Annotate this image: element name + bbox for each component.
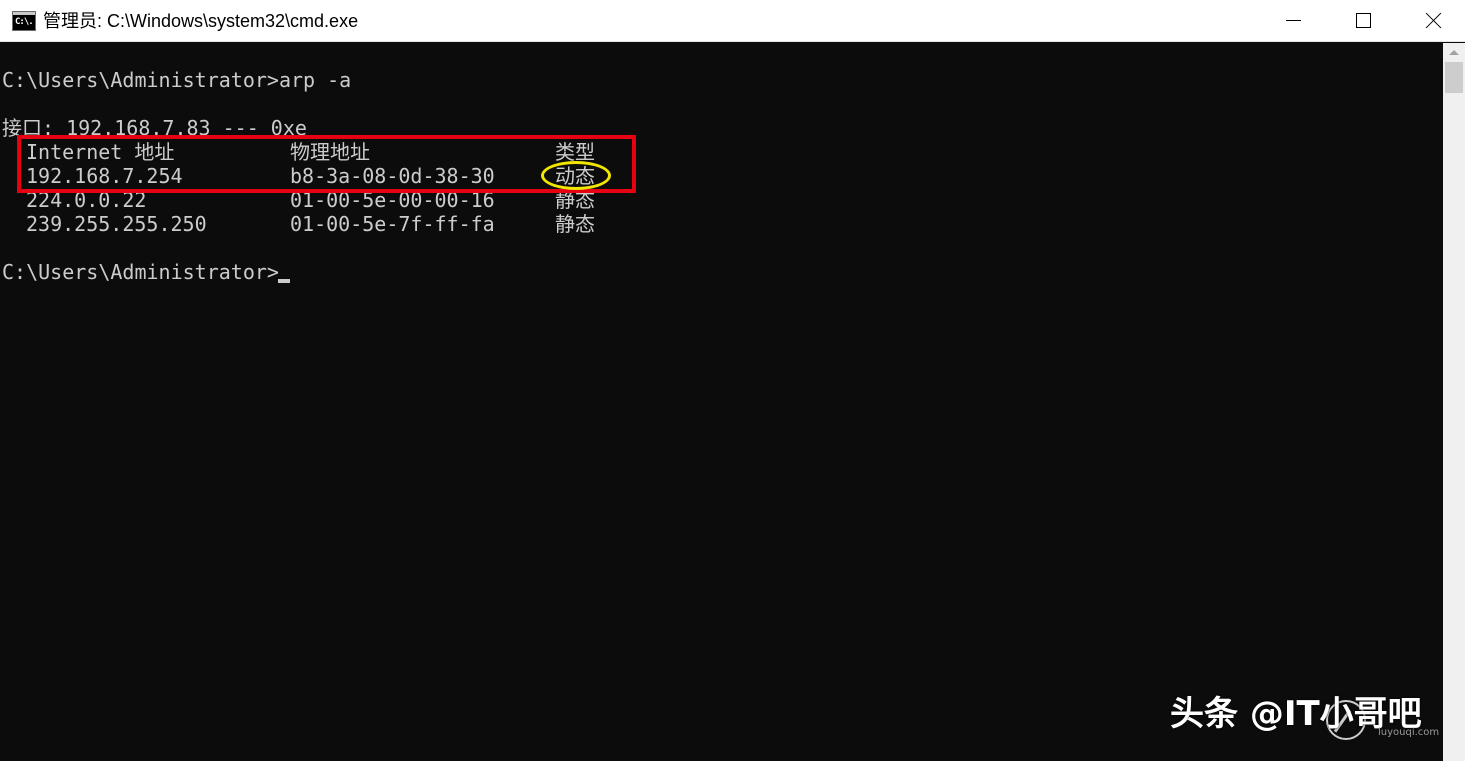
minimize-icon: [1286, 20, 1301, 21]
table-row-mac: 01-00-5e-7f-ff-fa: [290, 212, 495, 236]
window-title: 管理员: C:\Windows\system32\cmd.exe: [43, 11, 359, 31]
highlight-ring: [541, 161, 611, 190]
cmd-icon[interactable]: C:\.: [12, 11, 36, 31]
minimize-button[interactable]: [1258, 0, 1328, 42]
title-bar[interactable]: C:\. 管理员: C:\Windows\system32\cmd.exe: [0, 0, 1465, 42]
cmd-window: C:\. 管理员: C:\Windows\system32\cmd.exe C:…: [0, 0, 1465, 761]
watermark-site: luyouqi.com: [1378, 727, 1440, 738]
watermark: 头条 @IT小哥吧 luyouqi.com: [1168, 690, 1448, 744]
cmd-icon-label: C:\.: [15, 17, 34, 27]
close-icon: [1425, 12, 1442, 29]
highlight-box: [17, 135, 636, 193]
prompt-line: C:\Users\Administrator>: [2, 260, 279, 284]
table-row-type: 静态: [555, 212, 595, 236]
table-row-ip: 239.255.255.250: [26, 212, 207, 236]
scrollbar-thumb[interactable]: [1445, 62, 1463, 93]
close-button[interactable]: [1398, 0, 1465, 42]
scroll-up-icon[interactable]: [1443, 43, 1465, 61]
text-cursor: [278, 279, 290, 283]
maximize-icon: [1356, 13, 1371, 28]
vertical-scrollbar[interactable]: [1443, 43, 1465, 761]
command-line: C:\Users\Administrator>arp -a: [2, 68, 352, 92]
maximize-button[interactable]: [1328, 0, 1398, 42]
console-output[interactable]: C:\Users\Administrator>arp -a 接口: 192.16…: [0, 43, 1443, 761]
